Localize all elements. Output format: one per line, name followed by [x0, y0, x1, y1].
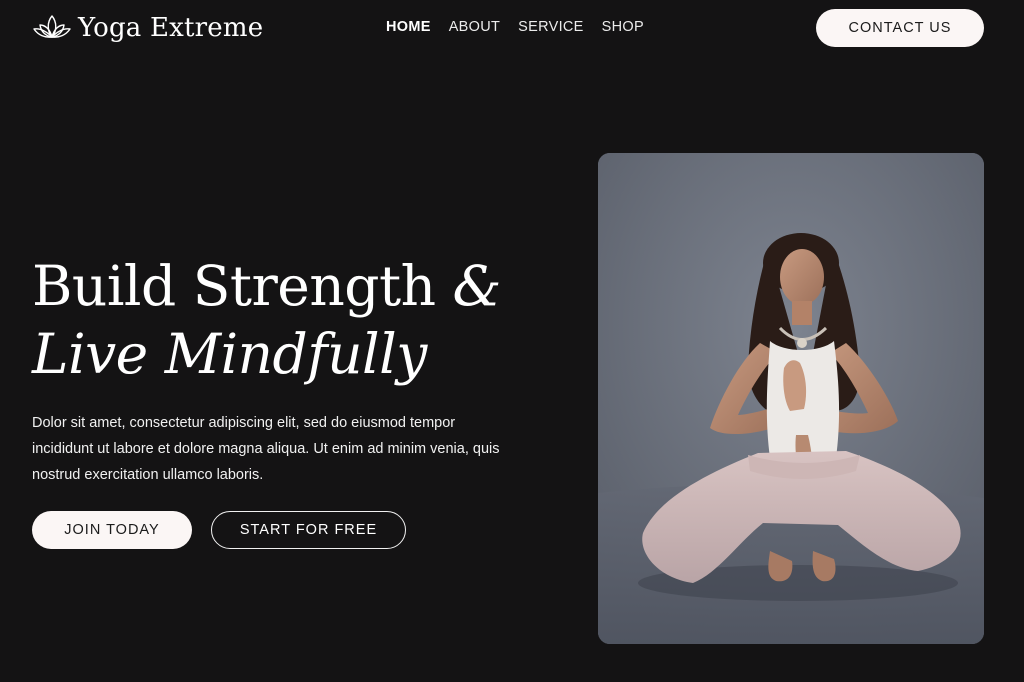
- page: Yoga Extreme HOME ABOUT SERVICE SHOP CON…: [0, 0, 1024, 682]
- nav-item-shop[interactable]: SHOP: [602, 17, 644, 37]
- nav-item-service[interactable]: SERVICE: [518, 17, 584, 37]
- hero-title-line1: Build Strength: [32, 254, 436, 318]
- start-for-free-button[interactable]: START FOR FREE: [211, 511, 406, 549]
- lotus-icon: [32, 12, 72, 44]
- hero-image: [598, 153, 984, 644]
- nav-item-home[interactable]: HOME: [386, 17, 431, 37]
- join-today-button[interactable]: JOIN TODAY: [32, 511, 192, 549]
- hero-title: Build Strength & Live Mindfully: [32, 252, 552, 388]
- contact-us-button[interactable]: CONTACT US: [816, 9, 984, 47]
- hero-description: Dolor sit amet, consectetur adipiscing e…: [32, 415, 500, 483]
- main-nav: HOME ABOUT SERVICE SHOP: [386, 17, 662, 37]
- nav-item-about[interactable]: ABOUT: [449, 17, 500, 37]
- brand-logo[interactable]: Yoga Extreme: [32, 10, 263, 46]
- brand-name: Yoga Extreme: [78, 13, 264, 43]
- hero-title-line2: Live Mindfully: [32, 322, 427, 386]
- hero-title-ampersand: &: [452, 254, 501, 318]
